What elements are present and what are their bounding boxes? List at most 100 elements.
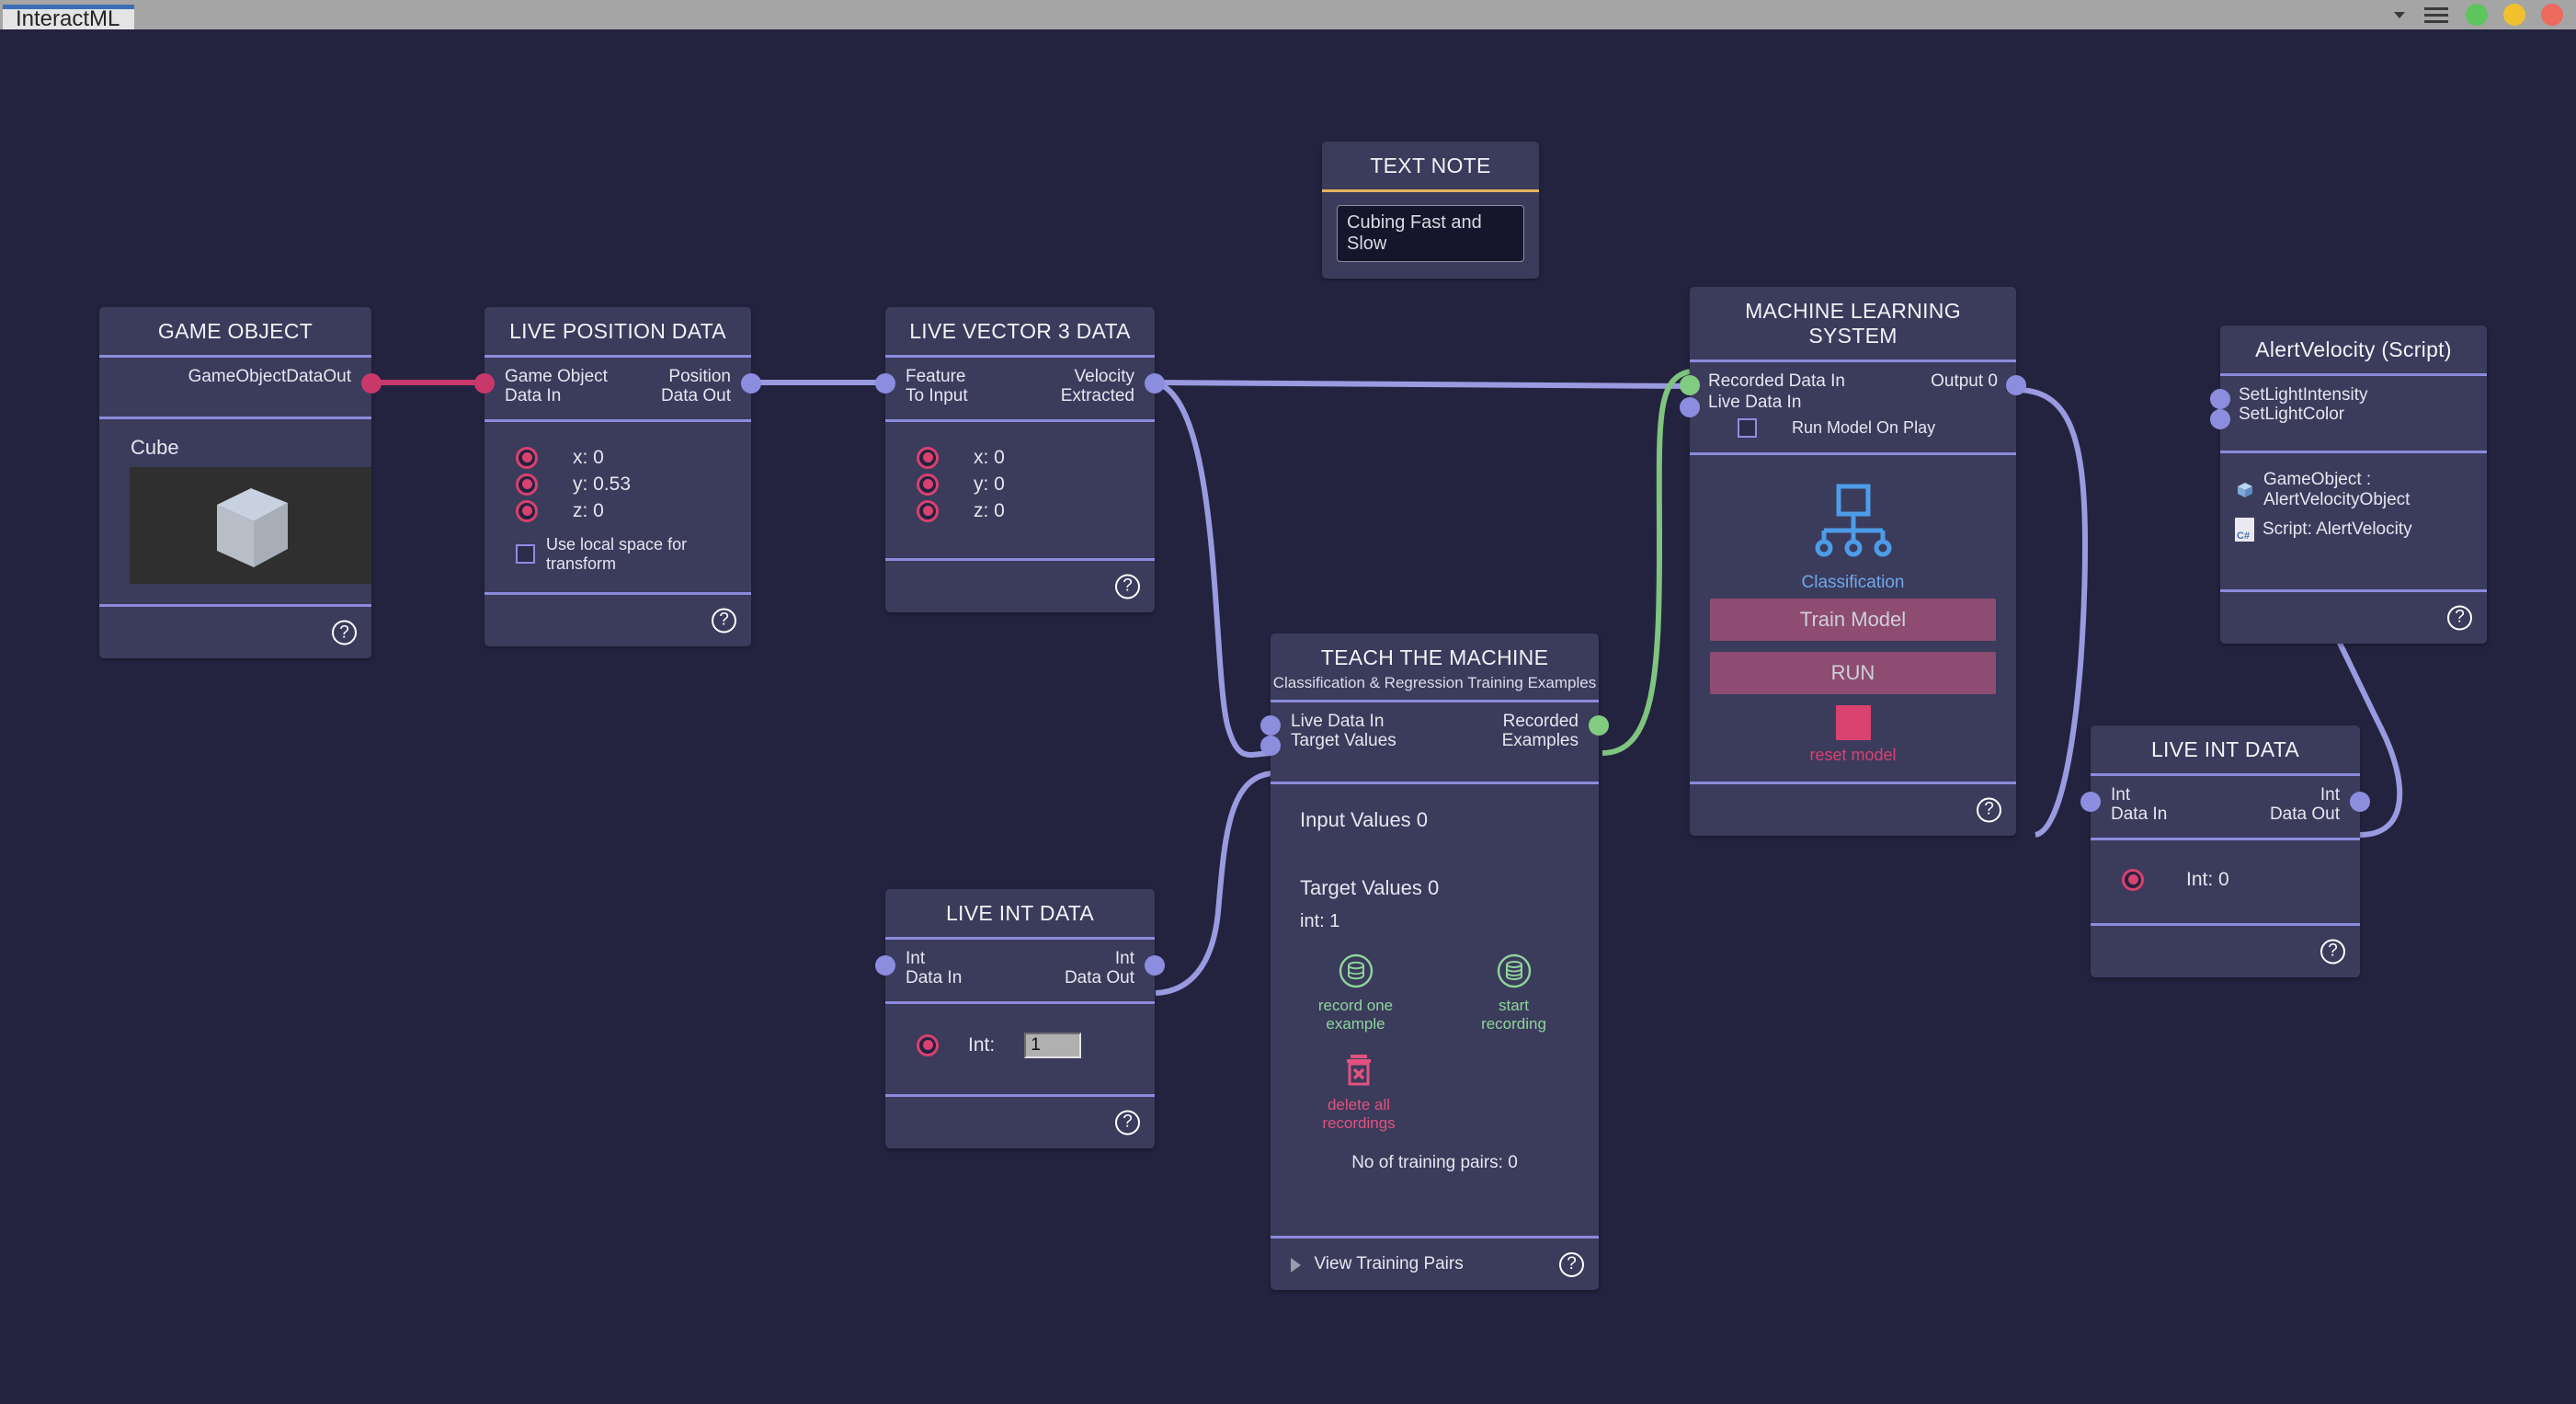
port-label-velocity-out: Velocity Extracted xyxy=(1061,367,1134,406)
menu-icon[interactable] xyxy=(2424,7,2448,23)
run-model-on-play-row[interactable]: Run Model On Play xyxy=(1738,418,1998,438)
train-model-button[interactable]: Train Model xyxy=(1710,599,1996,641)
port-section: Int Data In Int Data Out xyxy=(2091,776,2360,838)
help-icon[interactable]: ? xyxy=(332,621,357,645)
node-live-int-data-right[interactable]: LIVE INT DATA Int Data In Int Data Out xyxy=(2091,725,2360,977)
port-label-position-out: Position Data Out xyxy=(661,367,731,406)
radio-icon[interactable] xyxy=(917,447,939,469)
port-in-target-values[interactable] xyxy=(1260,736,1281,756)
help-icon[interactable]: ? xyxy=(1115,574,1140,599)
port-in-live-data[interactable] xyxy=(1260,715,1281,736)
gameobject-preview-thumbnail[interactable] xyxy=(130,467,371,584)
node-game-object[interactable]: GAME OBJECT GameObjectDataOut Cube xyxy=(99,307,371,658)
start-recording-button[interactable]: start recording xyxy=(1459,953,1569,1033)
radio-icon[interactable] xyxy=(917,1034,939,1056)
training-pairs-count: No of training pairs: 0 xyxy=(1291,1153,1579,1173)
reset-model-icon[interactable] xyxy=(1836,705,1871,740)
help-icon[interactable]: ? xyxy=(712,608,736,633)
gameobject-reference-row[interactable]: GameObject : AlertVelocityObject xyxy=(2235,470,2472,510)
port-out-int[interactable] xyxy=(1145,955,1165,976)
radio-icon[interactable] xyxy=(917,474,939,496)
script-reference-row[interactable]: C# Script: AlertVelocity xyxy=(2235,518,2472,542)
tab-interactml[interactable]: InteractML xyxy=(3,5,134,29)
port-out-position[interactable] xyxy=(741,373,761,394)
radio-icon[interactable] xyxy=(516,500,538,522)
chevron-down-icon[interactable] xyxy=(2394,12,2405,18)
port-section: Recorded Data In Output 0 Live Data In R… xyxy=(1690,362,2016,452)
port-out-recorded-examples[interactable] xyxy=(1589,715,1609,736)
port-in-int[interactable] xyxy=(2080,792,2101,812)
port-in-live-data[interactable] xyxy=(1680,397,1700,417)
view-training-pairs-toggle[interactable]: View Training Pairs xyxy=(1291,1254,1464,1274)
vector-value-y: y: 0.53 xyxy=(573,474,631,496)
radio-icon[interactable] xyxy=(516,474,538,496)
window-controls xyxy=(2394,4,2563,26)
int-value-input[interactable]: 1 xyxy=(1024,1033,1081,1058)
vector-value-x: x: 0 xyxy=(974,447,1005,469)
node-alert-velocity-script[interactable]: AlertVelocity (Script) SetLightIntensity… xyxy=(2220,325,2487,644)
caption-line-2: recordings xyxy=(1322,1114,1395,1132)
node-live-vector3-data[interactable]: LIVE VECTOR 3 DATA Feature To Input Velo… xyxy=(885,307,1155,612)
close-button[interactable] xyxy=(2541,4,2563,26)
port-label-setlightcolor: SetLightColor xyxy=(2239,405,2468,424)
help-icon[interactable]: ? xyxy=(2320,939,2345,964)
checkbox-icon[interactable] xyxy=(516,544,535,564)
int-value-label: Int: xyxy=(968,1034,995,1056)
run-button[interactable]: RUN xyxy=(1710,652,1996,694)
model-type-caption: Classification xyxy=(1802,573,1905,593)
port-section: SetLightIntensity SetLightColor xyxy=(2220,376,2487,451)
cube-icon xyxy=(2235,480,2255,500)
node-footer: ? xyxy=(885,1097,1155,1148)
record-one-example-button[interactable]: record one example xyxy=(1301,953,1411,1033)
radio-icon[interactable] xyxy=(2122,869,2144,891)
text-note-input[interactable]: Cubing Fast and Slow xyxy=(1337,205,1524,262)
port-line-1: Feature xyxy=(906,367,965,386)
port-in-int[interactable] xyxy=(875,955,895,976)
port-out-velocity[interactable] xyxy=(1145,373,1165,394)
help-icon[interactable]: ? xyxy=(1115,1110,1140,1135)
int-value-row: Int: 0 xyxy=(2122,869,2345,891)
port-in-recorded-data[interactable] xyxy=(1680,375,1700,395)
help-icon[interactable]: ? xyxy=(2447,605,2472,630)
delete-all-recordings-button[interactable]: delete all recordings xyxy=(1304,1052,1414,1133)
int-value-row: Int: 1 xyxy=(917,1033,1140,1058)
port-line-2: Data In xyxy=(505,386,561,405)
node-teach-the-machine[interactable]: TEACH THE MACHINE Classification & Regre… xyxy=(1271,634,1599,1290)
node-text-note[interactable]: TEXT NOTE Cubing Fast and Slow xyxy=(1322,142,1539,279)
node-machine-learning-system[interactable]: MACHINE LEARNING SYSTEM Recorded Data In… xyxy=(1690,287,2016,836)
record-buttons-group: record one example star xyxy=(1291,953,1579,1033)
radio-icon[interactable] xyxy=(516,447,538,469)
node-live-int-data-bottom[interactable]: LIVE INT DATA Int Data In Int Data Out xyxy=(885,889,1155,1148)
node-live-position-data[interactable]: LIVE POSITION DATA Game Object Data In P… xyxy=(484,307,751,646)
help-icon[interactable]: ? xyxy=(1559,1252,1584,1277)
input-values-readout: Input Values 0 xyxy=(1300,808,1579,832)
port-out-output-0[interactable] xyxy=(2006,375,2026,395)
checkbox-icon[interactable] xyxy=(1738,418,1757,438)
radio-icon[interactable] xyxy=(917,500,939,522)
port-in-feature[interactable] xyxy=(875,373,895,394)
wire-int-to-teach-target xyxy=(1156,773,1273,993)
model-type-graphic[interactable]: Classification xyxy=(1710,483,1996,593)
caption-line-2: recording xyxy=(1481,1015,1546,1033)
gameobject-reference-label: GameObject : AlertVelocityObject xyxy=(2263,470,2472,510)
port-out-int[interactable] xyxy=(2350,792,2370,812)
port-in-gameobject[interactable] xyxy=(474,373,495,394)
node-footer: ? xyxy=(2220,592,2487,644)
help-icon[interactable]: ? xyxy=(1977,797,2001,822)
port-in-setlightintensity[interactable] xyxy=(2210,389,2230,409)
target-values-readout: Target Values 0 xyxy=(1300,876,1579,900)
node-footer: ? xyxy=(484,595,751,646)
local-space-checkbox-row[interactable]: Use local space for transform xyxy=(516,535,736,574)
minimize-button[interactable] xyxy=(2503,4,2525,26)
port-in-setlightcolor[interactable] xyxy=(2210,409,2230,429)
caption-line-2: example xyxy=(1326,1015,1385,1033)
maximize-button[interactable] xyxy=(2466,4,2488,26)
port-label-int-out: Int Data Out xyxy=(2270,785,2340,825)
triangle-right-icon xyxy=(1291,1258,1301,1273)
port-section: Feature To Input Velocity Extracted xyxy=(885,358,1155,419)
port-line-1: Int xyxy=(2320,785,2340,805)
vector-value-z: z: 0 xyxy=(974,500,1005,522)
port-label-recorded-data-in: Recorded Data In xyxy=(1708,371,1845,391)
port-out-gameobjectdataout[interactable] xyxy=(361,373,382,394)
node-graph-canvas[interactable]: GAME OBJECT GameObjectDataOut Cube xyxy=(0,29,2576,1404)
